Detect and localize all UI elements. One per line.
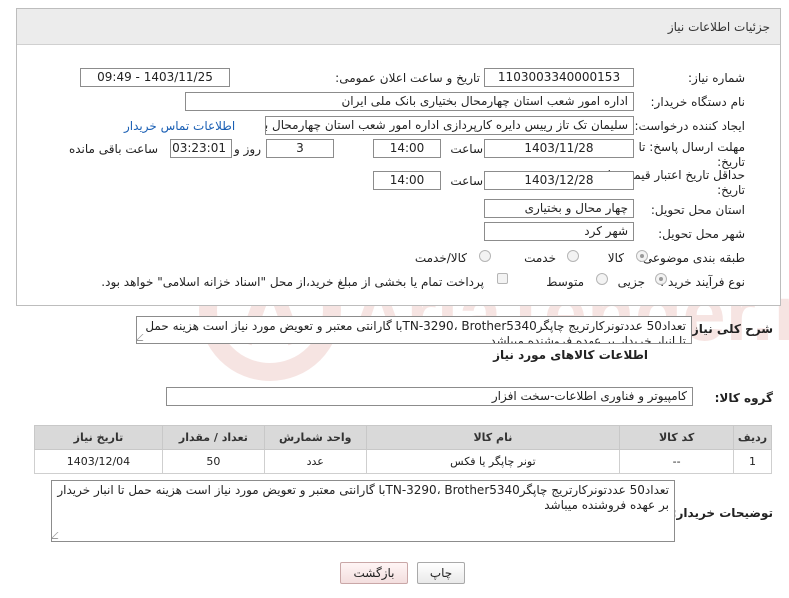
deadline-label: مهلت ارسال پاسخ: تا تاریخ:: [638, 140, 745, 169]
validity-time-field[interactable]: 14:00: [373, 171, 441, 190]
buyer-notes-textarea[interactable]: تعداد50 عددتونرکارتریج چاپگرTN-3290، Bro…: [51, 480, 675, 542]
panel-header: جزئیات اطلاعات نیاز: [17, 9, 780, 45]
buyer-org-label: نام دستگاه خریدار:: [650, 95, 746, 109]
need-number-field[interactable]: 1103003340000153: [484, 68, 634, 87]
goods-table-header: ردیف کد کالا نام کالا واحد شمارش تعداد /…: [34, 425, 772, 450]
remaining-time-label: ساعت باقی مانده: [68, 142, 158, 156]
cell-name: تونر چاپگر یا فکس: [365, 449, 621, 474]
process-option-minor: جزیی: [617, 275, 645, 289]
process-radio-medium[interactable]: [596, 273, 608, 285]
process-option-medium: متوسط: [546, 275, 584, 289]
goods-group-label: گروه کالا:: [714, 391, 773, 405]
col-row: ردیف: [733, 425, 772, 450]
goods-section-title: اطلاعات کالاهای مورد نیاز: [493, 348, 648, 362]
delivery-city-field[interactable]: شهر کرد: [484, 222, 634, 241]
cell-unit: عدد: [263, 449, 367, 474]
treasury-payment-note: پرداخت تمام یا بخشی از مبلغ خرید،از محل …: [101, 275, 484, 289]
buyer-contact-link[interactable]: اطلاعات تماس خریدار: [124, 119, 235, 133]
announce-datetime-field[interactable]: 1403/11/25 - 09:49: [80, 68, 230, 87]
delivery-city-label: شهر محل تحویل:: [658, 227, 745, 241]
days-label: روز و: [234, 142, 261, 156]
cell-date: 1403/12/04: [34, 449, 163, 474]
creator-field[interactable]: سلیمان تک تاز رییس دایره کارپردازی اداره…: [265, 116, 634, 135]
resize-handle-icon[interactable]: [137, 334, 150, 341]
print-button[interactable]: چاپ: [417, 562, 465, 584]
deadline-time-label: ساعت: [450, 142, 483, 156]
buyer-notes-text: تعداد50 عددتونرکارتریج چاپگرTN-3290، Bro…: [57, 483, 669, 512]
treasury-payment-checkbox[interactable]: [497, 273, 508, 284]
category-option-goods: کالا: [607, 251, 624, 265]
col-name: نام کالا: [365, 425, 621, 450]
announce-datetime-label: تاریخ و ساعت اعلان عمومی:: [335, 71, 480, 85]
validity-date-field[interactable]: 1403/12/28: [484, 171, 634, 190]
days-field[interactable]: 3: [266, 139, 334, 158]
col-date: تاریخ نیاز: [34, 425, 163, 450]
cell-code: --: [619, 449, 735, 474]
process-radio-minor[interactable]: [655, 273, 667, 285]
summary-label: شرح کلی نیاز:: [687, 322, 773, 336]
category-radio-goods-service[interactable]: [479, 250, 491, 262]
buyer-notes-label: توضیحات خریدار:: [671, 506, 773, 520]
category-label: طبقه بندی موضوعی:: [638, 251, 745, 265]
col-unit: واحد شمارش: [263, 425, 367, 450]
deadline-time-field[interactable]: 14:00: [373, 139, 441, 158]
creator-label: ایجاد کننده درخواست:: [634, 119, 745, 133]
cell-qty: 50: [161, 449, 265, 474]
page-title: جزئیات اطلاعات نیاز: [667, 20, 770, 34]
validity-time-label: ساعت: [450, 174, 483, 188]
summary-text: تعداد50 عددتونرکارتریج چاپگرTN-3290، Bro…: [145, 319, 686, 344]
col-qty: تعداد / مقدار: [161, 425, 265, 450]
buyer-org-field[interactable]: اداره امور شعب استان چهارمحال بختیاری با…: [185, 92, 634, 111]
need-number-label: شماره نیاز:: [688, 71, 745, 85]
table-row[interactable]: 1 -- تونر چاپگر یا فکس عدد 50 1403/12/04: [34, 449, 772, 474]
goods-table: ردیف کد کالا نام کالا واحد شمارش تعداد /…: [34, 425, 772, 474]
process-type-label: نوع فرآیند خرید :: [660, 275, 745, 289]
summary-textarea[interactable]: تعداد50 عددتونرکارتریج چاپگرTN-3290، Bro…: [136, 316, 692, 344]
delivery-province-field[interactable]: چهار محال و بختیاری: [484, 199, 634, 218]
back-button[interactable]: بازگشت: [340, 562, 408, 584]
category-radio-service[interactable]: [567, 250, 579, 262]
deadline-date-field[interactable]: 1403/11/28: [484, 139, 634, 158]
delivery-province-label: استان محل تحویل:: [650, 203, 745, 217]
category-option-service: خدمت: [524, 251, 556, 265]
resize-handle-icon[interactable]: [52, 532, 65, 539]
goods-group-field[interactable]: کامپیوتر و فناوری اطلاعات-سخت افزار: [166, 387, 693, 406]
col-code: کد کالا: [619, 425, 735, 450]
remaining-time-field[interactable]: 03:23:01: [170, 139, 232, 158]
cell-row: 1: [733, 449, 772, 474]
category-option-goods-service: کالا/خدمت: [414, 251, 467, 265]
category-radio-goods[interactable]: [636, 250, 648, 262]
